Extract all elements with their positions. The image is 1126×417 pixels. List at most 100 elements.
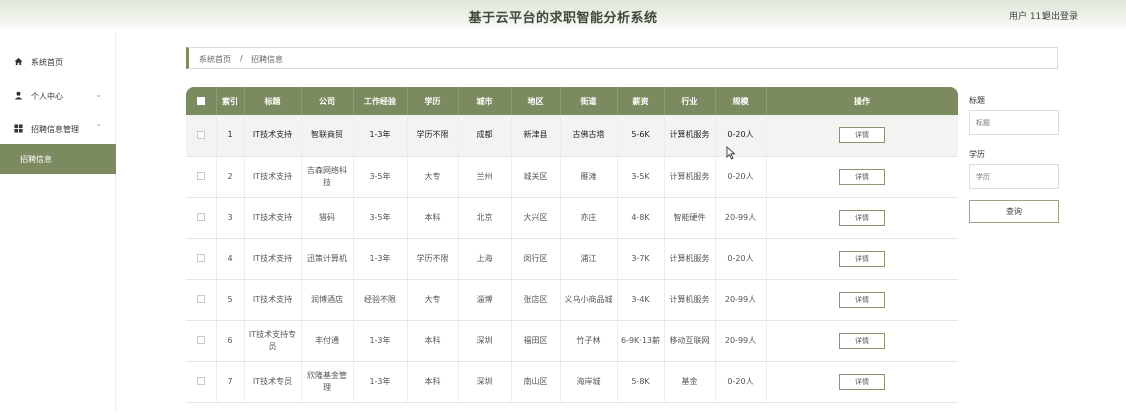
- table-cell: 本科: [407, 197, 459, 239]
- table-cell: 深圳: [458, 361, 512, 403]
- sidebar-item-home[interactable]: 系统首页: [0, 49, 116, 75]
- table-cell: 4-8K: [617, 197, 665, 239]
- table-cell: 北京: [458, 197, 512, 239]
- table-cell: 3: [216, 197, 245, 239]
- column-header: 公司: [301, 87, 354, 115]
- table-cell: 20-99人: [715, 279, 767, 321]
- table-cell: 3-5年: [353, 197, 408, 239]
- action-cell: 详情: [766, 361, 958, 403]
- person-icon: [14, 91, 23, 100]
- column-header: 规模: [715, 87, 767, 115]
- table-cell: IT技术支持: [244, 115, 302, 157]
- sidebar-item-jobs[interactable]: 招聘信息管理 ⌃: [0, 116, 116, 142]
- table-cell: 移动互联网: [664, 320, 716, 362]
- table-cell: 3-7K: [617, 238, 665, 280]
- table-cell: 1-3年: [353, 361, 408, 403]
- detail-button[interactable]: 详情: [839, 373, 885, 390]
- table-cell: 本科: [407, 320, 459, 362]
- sidebar-item-label: 招聘信息管理: [31, 125, 79, 134]
- detail-button[interactable]: 详情: [839, 168, 885, 185]
- table-row: 1 IT技术支持 智联商贸 1-3年 学历不限 成都 新津县 古佛古塔 5-6K 计算机服务 0-2…: [186, 115, 958, 157]
- column-header: 索引: [216, 87, 245, 115]
- detail-button[interactable]: 详情: [839, 291, 885, 308]
- table-row: 3 IT技术支持 猎码 3-5年 本科 北京 大兴区 亦庄 4-8K 智能硬件 20-99人 详情: [186, 197, 958, 239]
- row-checkbox[interactable]: [196, 213, 205, 221]
- table-row: 6 IT技术支持专员 丰付通 1-3年 本科 深圳 福田区 竹子林 6-9K·13薪 移动互联网 2…: [186, 320, 958, 362]
- table-cell: 本科: [407, 361, 459, 403]
- detail-button[interactable]: 详情: [839, 250, 885, 267]
- table-cell: 上海: [458, 238, 512, 280]
- education-filter-input[interactable]: [969, 164, 1059, 189]
- app-title: 基于云平台的求职智能分析系统: [468, 11, 658, 26]
- sidebar: 系统首页 个人中心 ⌄ 招聘信息管理 ⌃ 招聘信息: [0, 32, 116, 411]
- row-select-cell[interactable]: [186, 238, 217, 280]
- row-checkbox[interactable]: [196, 254, 205, 262]
- table-cell: 闵行区: [511, 238, 561, 280]
- row-select-cell[interactable]: [186, 320, 217, 362]
- table-cell: 5: [216, 279, 245, 321]
- home-icon: [14, 57, 23, 66]
- table-cell: 淄博: [458, 279, 512, 321]
- table-cell: 1-3年: [353, 320, 408, 362]
- row-select-cell[interactable]: [186, 115, 217, 157]
- breadcrumb-current: 招聘信息: [251, 55, 283, 64]
- sidebar-subitem-job-info[interactable]: 招聘信息: [0, 144, 116, 174]
- table-header-row: 索引 标题 公司 工作经验 学历 城市 地区 街道 薪资 行业 规模 操作: [186, 87, 958, 115]
- select-all-checkbox[interactable]: [196, 97, 205, 105]
- table-cell: 0-20人: [715, 238, 767, 280]
- table-row: 5 IT技术支持 润博酒店 经验不限 大专 淄博 张店区 义乌小商品城 3-4K 计算机服务 20-…: [186, 279, 958, 321]
- logout-link[interactable]: 退出登录: [1042, 9, 1078, 22]
- column-header: 工作经验: [353, 87, 408, 115]
- table-cell: 城关区: [511, 156, 561, 198]
- query-button[interactable]: 查询: [969, 200, 1059, 223]
- detail-button[interactable]: 详情: [839, 209, 885, 226]
- table-cell: 0-20人: [715, 361, 767, 403]
- table-cell: 吉森网络科技: [301, 156, 354, 198]
- table-row: 2 IT技术支持 吉森网络科技 3-5年 大专 兰州 城关区 雁滩 3-5K 计算机服务 0-20人…: [186, 156, 958, 198]
- table-cell: 猎码: [301, 197, 354, 239]
- table-cell: 3-5K: [617, 156, 665, 198]
- breadcrumb-home[interactable]: 系统首页: [199, 54, 231, 65]
- breadcrumb-separator: /: [240, 54, 243, 63]
- action-cell: 详情: [766, 320, 958, 362]
- mouse-cursor-icon: [726, 146, 736, 160]
- row-checkbox[interactable]: [196, 295, 205, 303]
- table-cell: 南山区: [511, 361, 561, 403]
- table-cell: 3-4K: [617, 279, 665, 321]
- table-cell: 大专: [407, 156, 459, 198]
- table-cell: 成都: [458, 115, 512, 157]
- column-header: 标题: [244, 87, 302, 115]
- table-cell: 0-20人: [715, 115, 767, 157]
- table-cell: 3-5年: [353, 156, 408, 198]
- row-select-cell[interactable]: [186, 156, 217, 198]
- row-checkbox[interactable]: [196, 377, 205, 385]
- row-checkbox[interactable]: [196, 336, 205, 344]
- table-cell: 兰州: [458, 156, 512, 198]
- table-cell: IT技术支持: [244, 197, 302, 239]
- title-filter-input[interactable]: [969, 110, 1059, 135]
- sidebar-item-label: 系统首页: [31, 58, 63, 67]
- row-checkbox[interactable]: [196, 172, 205, 180]
- select-all-header[interactable]: [186, 87, 217, 115]
- grid-icon: [14, 124, 23, 133]
- row-checkbox[interactable]: [196, 130, 205, 139]
- column-header: 学历: [407, 87, 459, 115]
- row-select-cell[interactable]: [186, 361, 217, 403]
- table-cell: 海岸城: [560, 361, 618, 403]
- table-cell: 7: [216, 361, 245, 403]
- detail-button[interactable]: 详情: [839, 127, 885, 144]
- detail-button[interactable]: 详情: [839, 332, 885, 349]
- action-cell: 详情: [766, 238, 958, 280]
- table-cell: 学历不限: [407, 115, 459, 157]
- table-cell: 丰付通: [301, 320, 354, 362]
- row-select-cell[interactable]: [186, 197, 217, 239]
- sidebar-item-profile[interactable]: 个人中心 ⌄: [0, 83, 116, 109]
- table-cell: IT技术支持: [244, 156, 302, 198]
- table-cell: 新津县: [511, 115, 561, 157]
- table-cell: 浦江: [560, 238, 618, 280]
- column-header: 地区: [511, 87, 561, 115]
- action-cell: 详情: [766, 197, 958, 239]
- table-row: 7 IT技术专员 欣隆基金管理 1-3年 本科 深圳 南山区 海岸城 5-8K 基金 0-20人 详情: [186, 361, 958, 403]
- table-cell: 计算机服务: [664, 279, 716, 321]
- row-select-cell[interactable]: [186, 279, 217, 321]
